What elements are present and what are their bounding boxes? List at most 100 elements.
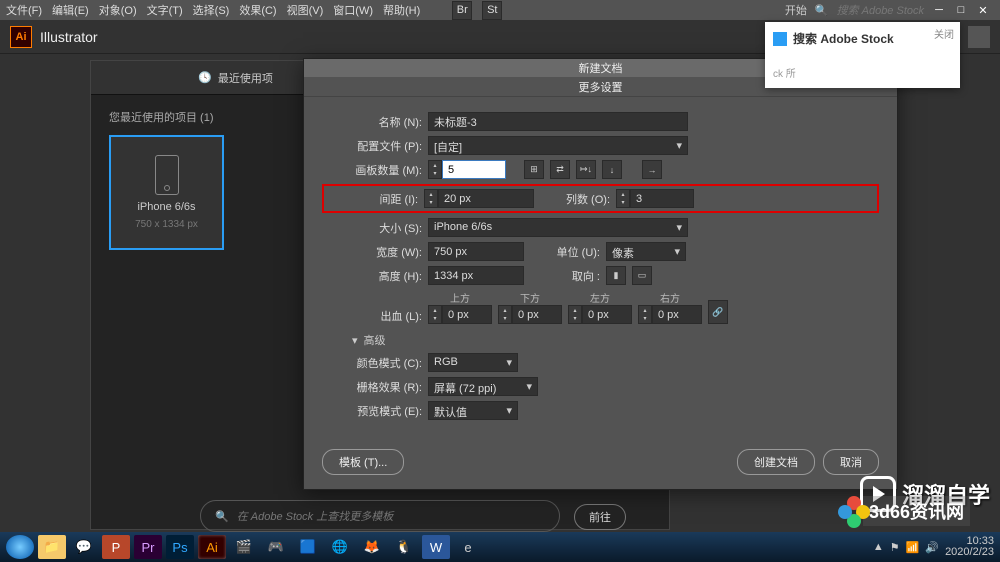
search-placeholder: 在 Adobe Stock 上查找更多模板	[237, 508, 394, 524]
menu-effect[interactable]: 效果(C)	[239, 2, 276, 18]
spacing-label: 间距 (I):	[328, 191, 418, 207]
arrange-ltr-icon[interactable]: →	[642, 160, 662, 179]
highlighted-row: 间距 (I): ▴▾ 列数 (O): ▴▾	[322, 184, 879, 213]
bleed-bot-input[interactable]	[512, 305, 562, 324]
start-label[interactable]: 开始	[785, 2, 807, 18]
landscape-btn-icon[interactable]: ▭	[632, 266, 652, 285]
orient-label-dlg: 取向 :	[530, 268, 600, 284]
illustrator-icon[interactable]: Ai	[198, 535, 226, 559]
tray-net-icon[interactable]: 📶	[906, 541, 920, 554]
preview-label: 预览模式 (E):	[322, 403, 422, 419]
colormode-select-dlg[interactable]: RGB	[428, 353, 518, 372]
stock-icon[interactable]: St	[482, 1, 502, 20]
size-select[interactable]: iPhone 6/6s	[428, 218, 688, 237]
menu-object[interactable]: 对象(O)	[99, 2, 137, 18]
menu-select[interactable]: 选择(S)	[193, 2, 230, 18]
grid-row-icon[interactable]: ⊞	[524, 160, 544, 179]
stock-badge-icon	[773, 32, 787, 46]
watermark-site: 3d66资讯网	[863, 496, 970, 526]
go-button[interactable]: 前往	[574, 504, 626, 530]
artboards-label: 画板数量 (M):	[322, 162, 422, 178]
bleed-top-input[interactable]	[442, 305, 492, 324]
window-max-icon[interactable]: □	[954, 3, 968, 17]
start-orb-icon[interactable]	[6, 535, 34, 559]
menu-type[interactable]: 文字(T)	[147, 2, 183, 18]
arrange-rtl-icon[interactable]: ⇄	[550, 160, 570, 179]
profile-label: 配置文件 (P):	[322, 138, 422, 154]
game-icon[interactable]: 🎮	[262, 535, 290, 559]
window-close-icon[interactable]: ✕	[976, 3, 990, 17]
size-label: 大小 (S):	[322, 220, 422, 236]
qq-icon[interactable]: 🐧	[390, 535, 418, 559]
popup-close-label[interactable]: 关闭	[934, 26, 954, 41]
watermark-flower-icon	[838, 496, 870, 528]
preset-dims: 750 x 1334 px	[135, 219, 198, 230]
menu-file[interactable]: 文件(F)	[6, 2, 42, 18]
preset-tile[interactable]: iPhone 6/6s 750 x 1334 px	[109, 135, 224, 250]
premiere-icon[interactable]: Pr	[134, 535, 162, 559]
arrange-col-icon[interactable]: ↓	[602, 160, 622, 179]
cols-input[interactable]	[630, 189, 694, 208]
width-input[interactable]	[428, 242, 524, 261]
portrait-btn-icon[interactable]: ▮	[606, 266, 626, 285]
bleed-left-input[interactable]	[582, 305, 632, 324]
photoshop-icon[interactable]: Ps	[166, 535, 194, 559]
app-blue-icon[interactable]: 🟦	[294, 535, 322, 559]
create-button[interactable]: 创建文档	[737, 449, 815, 475]
wechat-icon[interactable]: 💬	[70, 535, 98, 559]
profile-select[interactable]: [自定]	[428, 136, 688, 155]
clock[interactable]: 10:332020/2/23	[945, 536, 994, 558]
advanced-header[interactable]: ▾高级	[352, 332, 879, 348]
template-button[interactable]: 模板 (T)...	[322, 449, 404, 475]
firefox-icon[interactable]: 🦊	[358, 535, 386, 559]
spacing-input[interactable]	[438, 189, 534, 208]
ie-icon[interactable]: e	[454, 535, 482, 559]
dialog-title: 新建文档	[579, 60, 623, 76]
powerpoint-icon[interactable]: P	[102, 535, 130, 559]
name-input[interactable]	[428, 112, 688, 131]
phone-icon	[155, 155, 179, 195]
cancel-button[interactable]: 取消	[823, 449, 879, 475]
menu-view[interactable]: 视图(V)	[287, 2, 324, 18]
top-right-controls: 开始 🔍 搜索 Adobe Stock ─ □ ✕	[785, 0, 1000, 20]
explorer-icon[interactable]: 📁	[38, 535, 66, 559]
width-label: 宽度 (W):	[322, 244, 422, 260]
tray-flag-icon[interactable]: ⚑	[890, 541, 900, 554]
menu-edit[interactable]: 编辑(E)	[52, 2, 89, 18]
bleed-right-input[interactable]	[652, 305, 702, 324]
menu-help[interactable]: 帮助(H)	[383, 2, 420, 18]
system-tray[interactable]: ▲ ⚑ 📶 🔊 10:332020/2/23	[873, 536, 994, 558]
app-name: Illustrator	[40, 29, 98, 45]
menu-window[interactable]: 窗口(W)	[333, 2, 373, 18]
link-bleed-dlg-icon[interactable]: 🔗	[708, 300, 728, 324]
raster-label: 栅格效果 (R):	[322, 379, 422, 395]
height-input[interactable]	[428, 266, 524, 285]
tray-vol-icon[interactable]: 🔊	[925, 541, 939, 554]
window-min-icon[interactable]: ─	[932, 3, 946, 17]
stock-search-bar[interactable]: 🔍 在 Adobe Stock 上查找更多模板	[200, 500, 560, 532]
stock-search-label[interactable]: 搜索 Adobe Stock	[793, 30, 894, 47]
app-logo-icon: Ai	[10, 26, 32, 48]
bleed-left-h: 左方	[568, 290, 632, 305]
artboards-input[interactable]	[442, 160, 506, 179]
height-label: 高度 (H):	[322, 268, 422, 284]
user-avatar-icon[interactable]	[968, 26, 990, 48]
search-icon: 🔍	[215, 510, 229, 523]
raster-select[interactable]: 屏幕 (72 ppi)	[428, 377, 538, 396]
colormode-label-dlg: 颜色模式 (C):	[322, 355, 422, 371]
word-icon[interactable]: W	[422, 535, 450, 559]
bridge-icon[interactable]: Br	[452, 1, 472, 20]
bleed-top-h: 上方	[428, 290, 492, 305]
arrange-down-icon[interactable]: ↦↓	[576, 160, 596, 179]
chrome-icon[interactable]: 🌐	[326, 535, 354, 559]
media-icon[interactable]: 🎬	[230, 535, 258, 559]
unit-select-dlg[interactable]: 像素	[606, 242, 686, 261]
stock-search-popup: 关闭 搜索 Adobe Stock ck 所	[765, 22, 960, 88]
tray-up-icon[interactable]: ▲	[873, 541, 884, 553]
bleed-label: 出血 (L):	[322, 308, 422, 324]
preview-select[interactable]: 默认值	[428, 401, 518, 420]
windows-taskbar: 📁 💬 P Pr Ps Ai 🎬 🎮 🟦 🌐 🦊 🐧 W e ▲ ⚑ 📶 🔊 1…	[0, 532, 1000, 562]
stock-search-placeholder[interactable]: 搜索 Adobe Stock	[837, 2, 924, 18]
unit-label: 单位 (U):	[530, 244, 600, 260]
bleed-bot-h: 下方	[498, 290, 562, 305]
